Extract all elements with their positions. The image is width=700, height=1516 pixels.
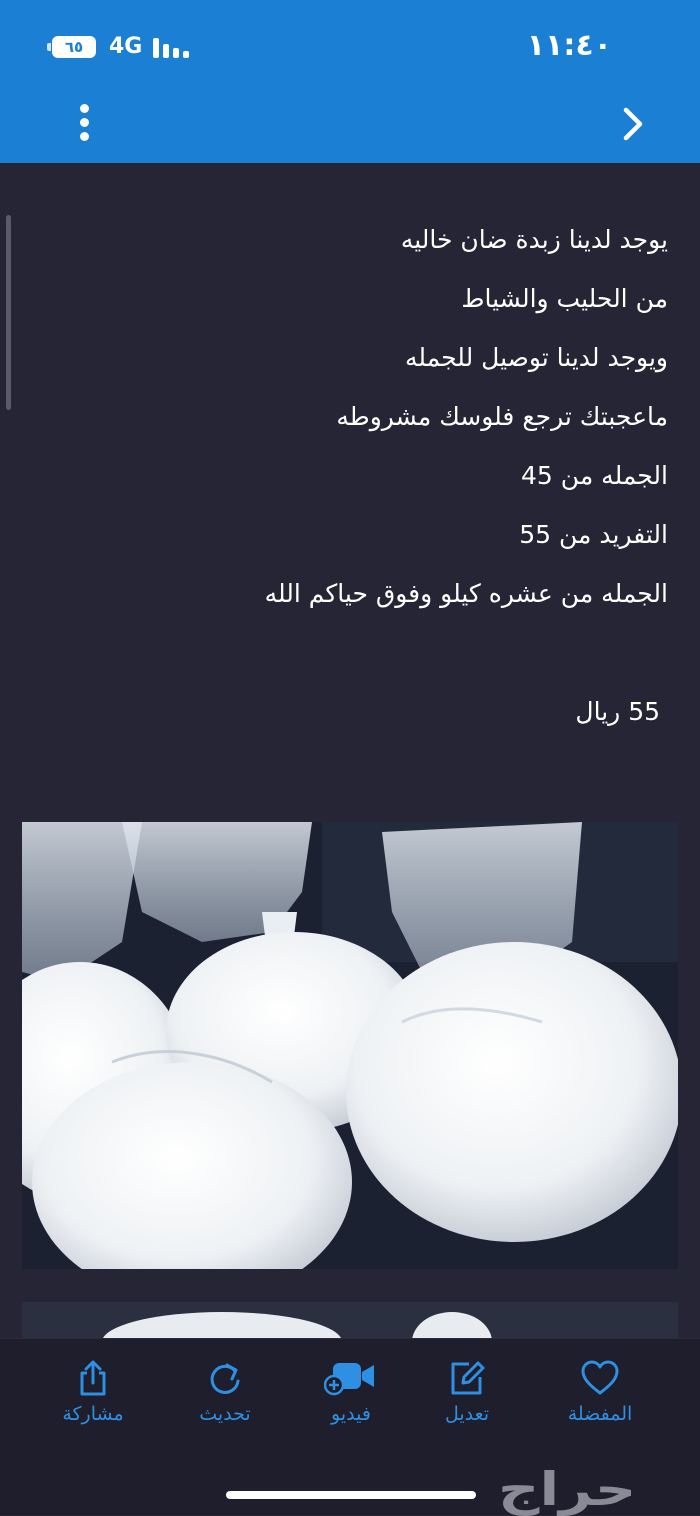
tab-label: المفضلة	[567, 1403, 633, 1425]
back-arrow-icon[interactable]	[612, 104, 652, 144]
refresh-icon	[210, 1363, 240, 1394]
network-type: 4G	[109, 34, 143, 59]
description-line: ويوجد لدينا توصيل للجمله	[405, 343, 668, 372]
description-line: التفريد من 55	[519, 520, 668, 549]
tab-video[interactable]: فيديو	[291, 1359, 411, 1439]
heart-icon	[581, 1360, 619, 1395]
tab-share[interactable]: مشاركة	[33, 1359, 153, 1439]
description-line: الجمله من 45	[521, 461, 668, 490]
status-time: ١١:٤٠	[526, 28, 612, 63]
tab-edit[interactable]: تعديل	[407, 1359, 527, 1439]
app-header: ٦٥ 4G ١١:٤٠	[0, 0, 700, 163]
edit-icon	[451, 1361, 485, 1395]
price-label: 55 ريال	[575, 697, 660, 726]
tab-label: تحديث	[199, 1403, 251, 1425]
description-line: الجمله من عشره كيلو وفوق حياكم الله	[264, 579, 668, 608]
haraj-logo: حراج	[498, 1462, 639, 1516]
tab-favorite[interactable]: المفضلة	[540, 1359, 660, 1439]
signal-icon	[153, 36, 189, 58]
description-line: يوجد لدينا زبدة ضان خاليه	[400, 225, 668, 254]
tab-label: مشاركة	[62, 1403, 124, 1425]
video-add-icon	[324, 1363, 374, 1396]
tab-label: تعديل	[444, 1403, 490, 1425]
battery-indicator: ٦٥	[47, 36, 96, 58]
more-options-icon[interactable]	[70, 100, 100, 146]
home-indicator[interactable]	[226, 1491, 476, 1499]
product-photo[interactable]	[22, 1302, 678, 1338]
tab-refresh[interactable]: تحديث	[165, 1359, 285, 1439]
scroll-indicator[interactable]	[6, 215, 11, 410]
product-photo[interactable]	[22, 822, 678, 1269]
description-line: ماعجبتك ترجع فلوسك مشروطه	[336, 402, 668, 431]
share-icon	[80, 1360, 106, 1396]
tab-label: فيديو	[331, 1403, 371, 1425]
description-line: من الحليب والشياط	[461, 284, 668, 313]
